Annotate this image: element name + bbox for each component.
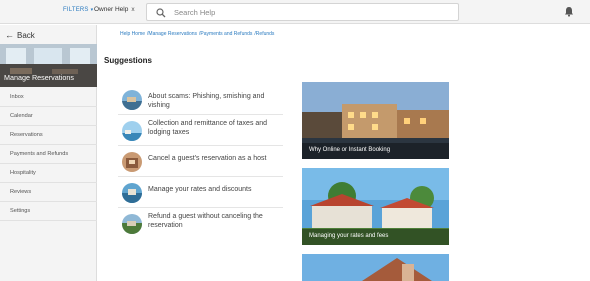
- article-thumbnail: [122, 152, 142, 172]
- sidebar-nav: Inbox Calendar Reservations Payments and…: [0, 88, 97, 221]
- sidebar-item-calendar[interactable]: Calendar: [0, 107, 97, 126]
- card-caption: Managing your rates and fees: [309, 233, 389, 239]
- list-item[interactable]: Manage your rates and discounts: [118, 177, 283, 208]
- list-item[interactable]: Refund a guest without canceling the res…: [118, 208, 283, 243]
- breadcrumb-refunds[interactable]: /Refunds: [254, 31, 274, 37]
- article-link[interactable]: Refund a guest without canceling the res…: [148, 212, 288, 230]
- sidebar-item-reservations[interactable]: Reservations: [0, 126, 97, 145]
- article-thumbnail: [122, 214, 142, 234]
- search-input[interactable]: Search Help: [174, 8, 215, 17]
- featured-card[interactable]: Why Online or Instant Booking: [302, 82, 449, 159]
- breadcrumb: Help Home/Manage Reservations/Payments a…: [120, 31, 276, 37]
- sidebar-item-reviews[interactable]: Reviews: [0, 183, 97, 202]
- card-image: [302, 254, 449, 281]
- card-caption-bar: Managing your rates and fees: [302, 229, 449, 245]
- sidebar: ← Back Manage Reservations Inbox Calendar…: [0, 25, 97, 281]
- breadcrumb-help-home[interactable]: Help Home: [120, 31, 145, 37]
- chevron-down-icon: ▾: [90, 7, 94, 13]
- featured-card[interactable]: Managing your rates and fees: [302, 168, 449, 245]
- arrow-left-icon: ←: [5, 30, 14, 40]
- banner-title: Manage Reservations: [4, 73, 74, 82]
- article-thumbnail: [122, 90, 142, 110]
- list-item[interactable]: Collection and remittance of taxes and l…: [118, 115, 283, 146]
- article-link[interactable]: Collection and remittance of taxes and l…: [148, 119, 288, 137]
- owner-help-chip[interactable]: Owner Help x: [94, 6, 135, 13]
- filters-dropdown[interactable]: FILTERS ▾: [63, 7, 93, 13]
- owner-help-chip-label: Owner Help: [94, 6, 129, 13]
- suggestions-heading: Suggestions: [104, 56, 153, 65]
- close-icon[interactable]: x: [131, 6, 134, 13]
- sidebar-item-hospitality[interactable]: Hospitality: [0, 164, 97, 183]
- sidebar-item-settings[interactable]: Settings: [0, 202, 97, 221]
- search-icon: [156, 8, 166, 18]
- main-content: Help Home/Manage Reservations/Payments a…: [98, 25, 590, 281]
- top-bar: FILTERS ▾ Owner Help x Search Help: [0, 0, 590, 24]
- article-link[interactable]: Cancel a guest's reservation as a host: [148, 154, 288, 163]
- sidebar-item-payments-and-refunds[interactable]: Payments and Refunds: [0, 145, 97, 164]
- article-link[interactable]: About scams: Phishing, smishing and vish…: [148, 92, 288, 110]
- back-button[interactable]: ← Back: [5, 30, 35, 40]
- breadcrumb-payments-and-refunds[interactable]: /Payments and Refunds: [199, 31, 252, 37]
- section-banner: Manage Reservations: [0, 44, 97, 87]
- sidebar-item-inbox[interactable]: Inbox: [0, 88, 97, 107]
- list-item[interactable]: Cancel a guest's reservation as a host: [118, 146, 283, 177]
- filters-label: FILTERS: [63, 7, 89, 13]
- article-thumbnail: [122, 121, 142, 141]
- list-item[interactable]: About scams: Phishing, smishing and vish…: [118, 84, 283, 115]
- card-caption-bar: Why Online or Instant Booking: [302, 143, 449, 159]
- featured-card[interactable]: [302, 254, 449, 281]
- card-caption: Why Online or Instant Booking: [309, 147, 391, 153]
- bell-icon[interactable]: [564, 6, 574, 17]
- breadcrumb-manage-reservations[interactable]: /Manage Reservations: [147, 31, 197, 37]
- search-box[interactable]: Search Help: [146, 3, 459, 21]
- back-label: Back: [17, 31, 35, 40]
- article-thumbnail: [122, 183, 142, 203]
- article-link[interactable]: Manage your rates and discounts: [148, 185, 288, 194]
- suggestions-list: About scams: Phishing, smishing and vish…: [118, 84, 283, 243]
